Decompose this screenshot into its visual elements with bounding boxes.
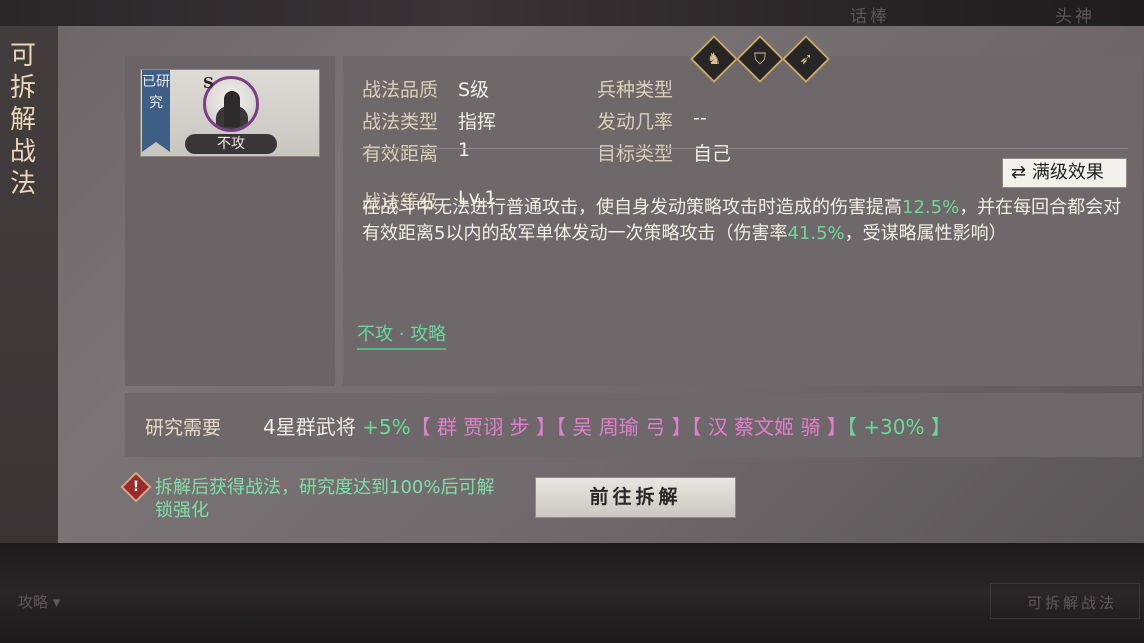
description-part-1: 在战斗中无法进行普通攻击，使自身发动策略攻击时造成的伤害提高 (362, 197, 902, 218)
damage-rate-value: 41.5% (787, 223, 845, 244)
range-value: 1 (458, 139, 471, 161)
warning-text: 拆解后获得战法，研究度达到100%后可解锁强化 (155, 477, 495, 521)
tactic-card[interactable]: 已研究 S 不攻 (140, 69, 320, 157)
quality-label: 战法品质 (362, 79, 439, 101)
quality-value: S级 (458, 79, 490, 101)
swap-icon: ⇄ (1011, 162, 1027, 183)
background-bottom-bar: 攻略 ▾ 可拆解战法 (0, 543, 1144, 643)
strategy-guide-link[interactable]: 不攻 · 攻略 (357, 320, 447, 350)
background-top-bar: 话棒 头神 (0, 0, 1144, 27)
target-type-label: 目标类型 (597, 143, 674, 165)
side-title: 可拆解战法 (9, 41, 36, 199)
max-level-effect-label: 满级效果 (1031, 162, 1104, 183)
requirement-hero-1[interactable]: 【 群 贾诩 步 】 (411, 415, 556, 439)
background-strategy-dropdown: 攻略 ▾ (18, 593, 61, 611)
requirement-hero-3[interactable]: 【 汉 蔡文姬 骑 】 (691, 415, 846, 439)
tactic-name: 不攻 (185, 134, 277, 154)
portrait-figure (224, 91, 240, 127)
tactic-type-label: 战法类型 (362, 111, 439, 133)
description-part-3: ，受谋略属性影响） (844, 223, 1007, 244)
background-tab-1: 话棒 (850, 7, 890, 27)
side-tab: 可拆解战法 (0, 26, 58, 543)
trigger-rate-value: -- (693, 107, 707, 129)
requirement-text: 4星群武将 +5%【 群 贾诩 步 】【 吴 周瑜 弓 】【 汉 蔡文姬 骑 】… (263, 411, 951, 440)
tactic-description: 在战斗中无法进行普通攻击，使自身发动策略攻击时造成的伤害提高12.5%，并在每回… (362, 195, 1132, 247)
damage-bonus-value: 12.5% (902, 197, 960, 218)
trigger-rate-label: 发动几率 (597, 111, 674, 133)
background-dismantle-button: 可拆解战法 (990, 583, 1140, 619)
requirement-base: 4星群武将 (263, 415, 356, 439)
grade-badge: S (203, 74, 214, 92)
max-level-effect-button[interactable]: ⇄ 满级效果 (1002, 158, 1127, 188)
requirement-bonus: +5% (362, 415, 411, 439)
requirement-hero-2[interactable]: 【 吴 周瑜 弓 】 (556, 415, 691, 439)
divider (360, 148, 1128, 149)
requirement-label: 研究需要 (145, 417, 222, 439)
requirement-bonus-2: 【 +30% 】 (846, 415, 951, 439)
tactic-type-value: 指挥 (458, 111, 497, 133)
go-dismantle-button[interactable]: 前往拆解 (535, 477, 736, 518)
troop-type-label: 兵种类型 (597, 79, 674, 101)
researched-ribbon: 已研究 (142, 70, 170, 152)
target-type-value: 自己 (693, 143, 732, 165)
range-label: 有效距离 (362, 143, 439, 165)
background-tab-2: 头神 (1055, 7, 1095, 27)
